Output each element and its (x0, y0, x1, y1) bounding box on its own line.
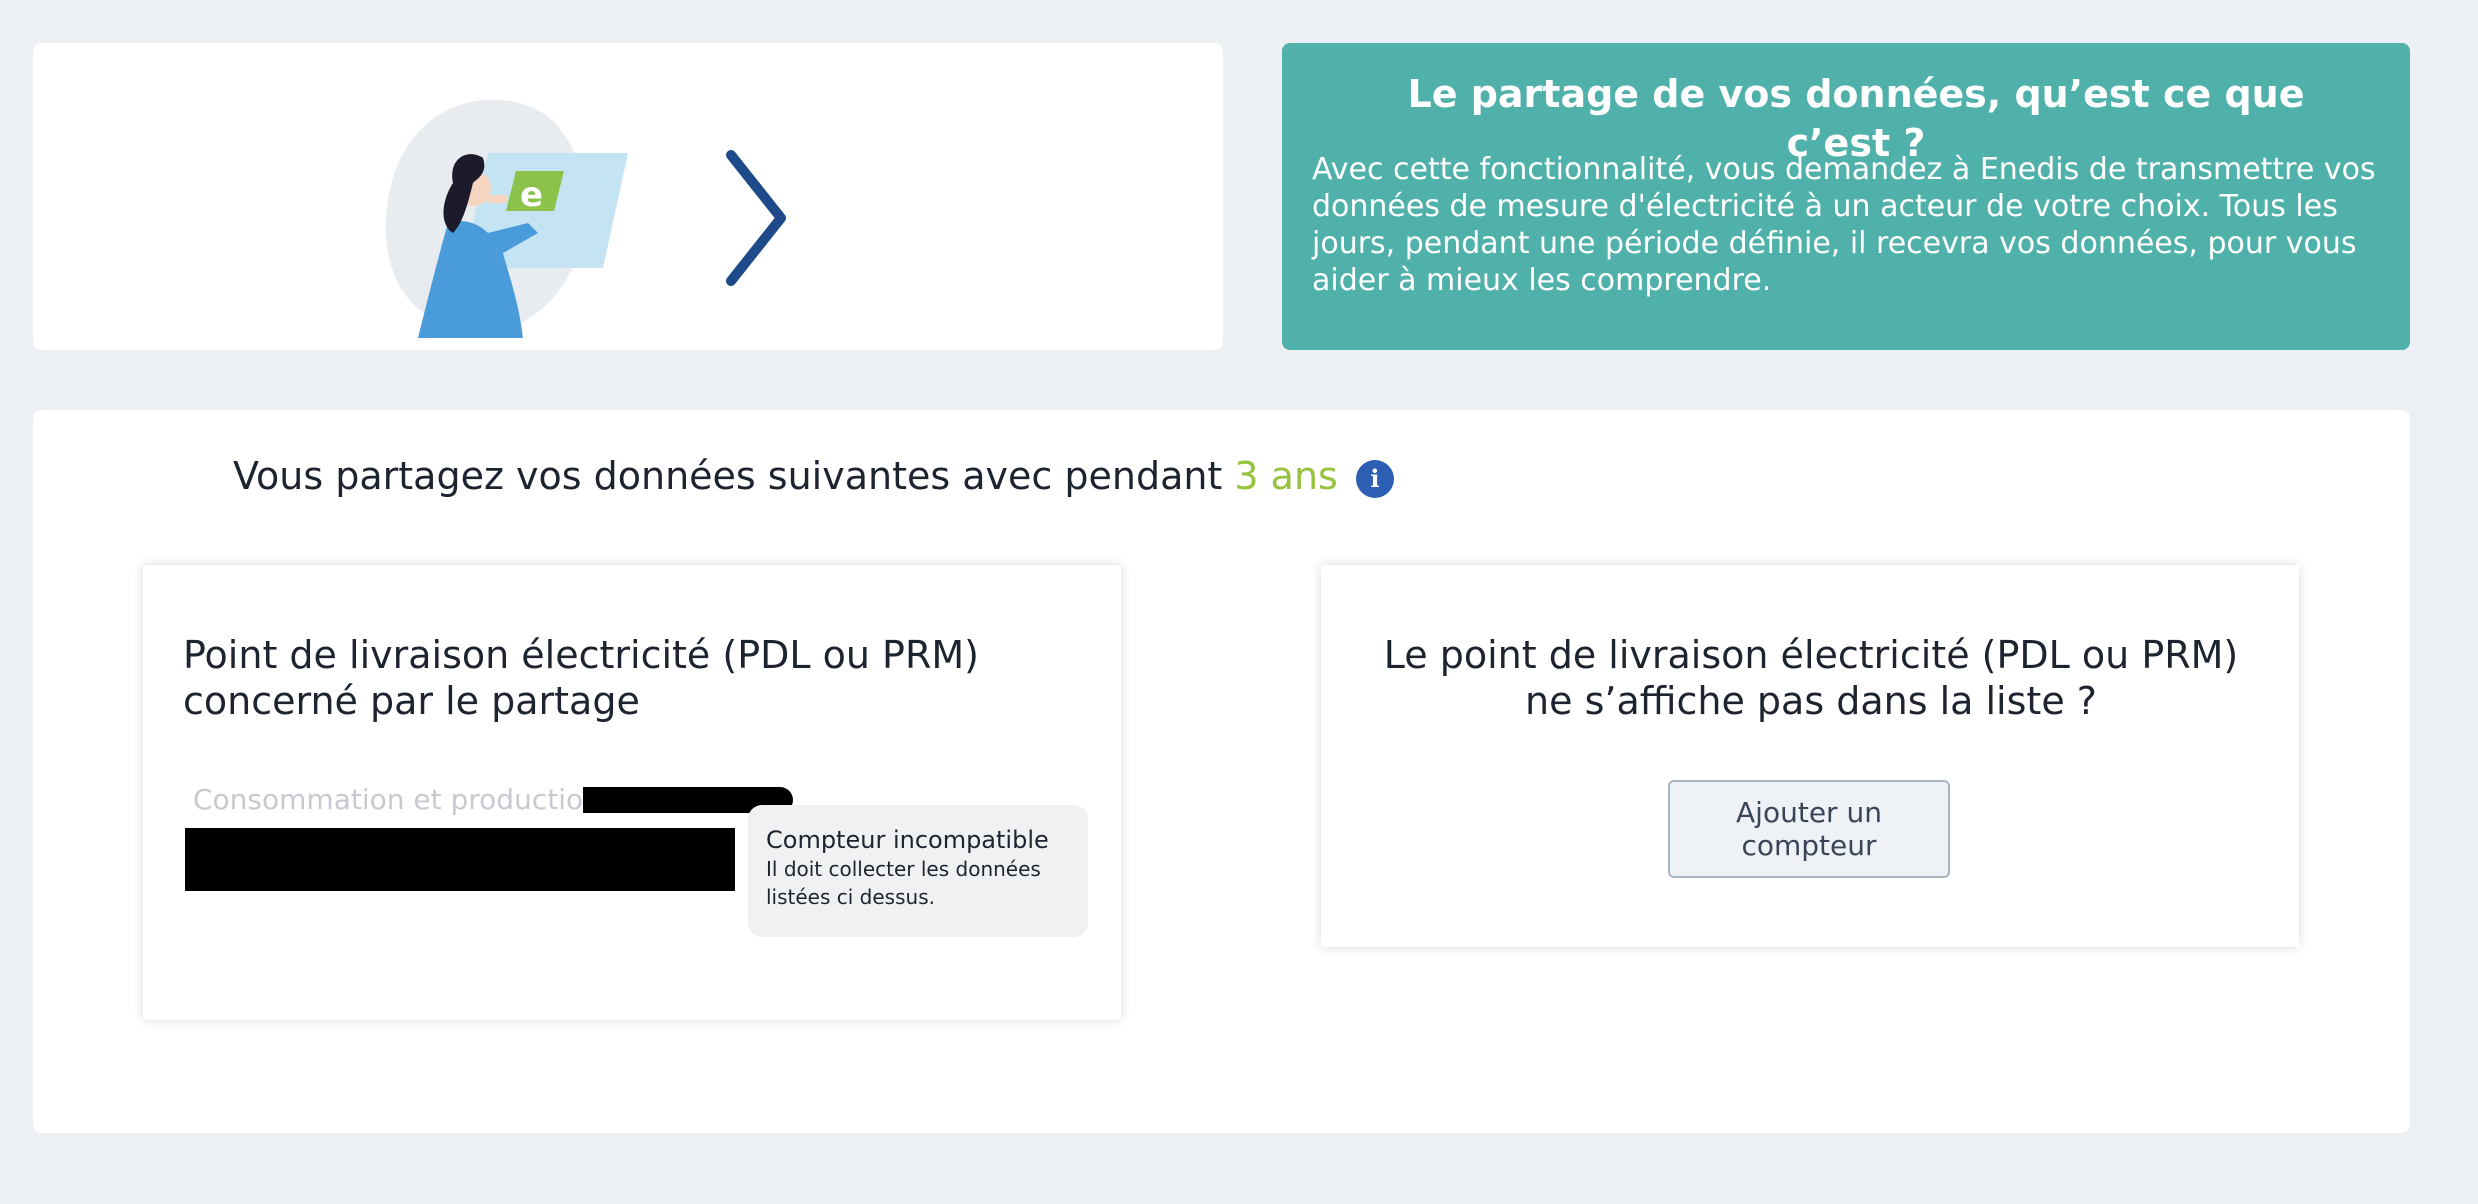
data-sharing-info-card: Le partage de vos données, qu’est ce que… (1282, 43, 2410, 350)
incompatible-meter-tooltip: Compteur incompatible Il doit collecter … (748, 805, 1088, 937)
redacted-meter-address (185, 828, 735, 891)
svg-text:e: e (520, 175, 543, 215)
sharing-heading-text: Vous partagez vos données suivantes avec… (233, 454, 1235, 498)
meter-type-label: Consommation et production - (193, 783, 620, 816)
add-meter-button[interactable]: Ajouter un compteur (1668, 780, 1950, 878)
info-icon[interactable]: i (1355, 459, 1394, 498)
hero-card: e (33, 43, 1223, 350)
info-description: Avec cette fonctionnalité, vous demandez… (1312, 152, 2376, 298)
sharing-duration: 3 ans (1234, 454, 1338, 498)
add-meter-title: Le point de livraison électricité (PDL o… (1383, 633, 2239, 723)
chevron-right-icon[interactable] (713, 143, 793, 293)
sharing-heading: Vous partagez vos données suivantes avec… (233, 450, 1394, 503)
delivery-point-panel: Point de livraison électricité (PDL ou P… (143, 565, 1121, 1020)
tooltip-text: Il doit collecter les données listées ci… (766, 857, 1041, 909)
tooltip-title: Compteur incompatible (766, 826, 1049, 854)
sharing-details-card: Vous partagez vos données suivantes avec… (33, 410, 2410, 1133)
person-holding-card-illustration: e (385, 99, 628, 338)
delivery-point-title: Point de livraison électricité (PDL ou P… (183, 633, 979, 723)
add-meter-panel: Le point de livraison électricité (PDL o… (1321, 565, 2299, 947)
